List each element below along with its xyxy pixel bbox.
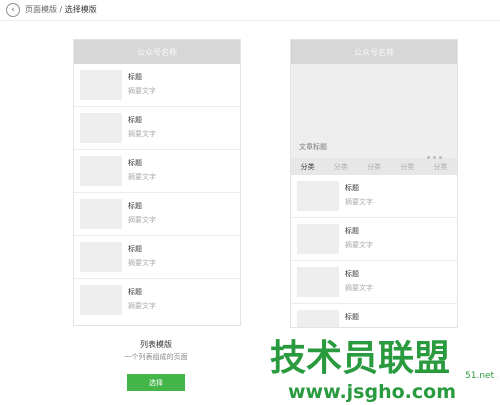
- item-title: 标题: [128, 288, 142, 296]
- list-item: 标题 摘要文字: [291, 175, 457, 218]
- item-summary: 摘要文字: [128, 302, 156, 310]
- watermark-url: www.jsgho.com: [288, 381, 456, 403]
- tab-category[interactable]: 分类: [291, 162, 324, 172]
- item-summary: 摘要文字: [345, 198, 373, 206]
- site-watermark: 技术员联盟 51.net 之家 www.jsgho.com: [270, 337, 498, 403]
- breadcrumb-parent[interactable]: 页面模版: [25, 5, 57, 14]
- list-item: 标题 摘要文字: [74, 279, 240, 321]
- item-title: 标题: [128, 202, 142, 210]
- watermark-brand: 技术员联盟: [270, 338, 450, 379]
- thumbnail-placeholder: [297, 267, 339, 297]
- article-title: 文章标题: [299, 143, 327, 151]
- thumbnail-placeholder: [297, 310, 339, 327]
- item-summary: 摘要文字: [345, 284, 373, 292]
- template-description: 一个列表组成的页面: [124, 353, 188, 361]
- top-bar: ‹ 页面模版 / 选择模版: [0, 0, 500, 20]
- item-title: 标题: [128, 116, 142, 124]
- tab-category[interactable]: 分类: [424, 162, 457, 172]
- item-summary: 摘要文字: [128, 173, 156, 181]
- item-title: 标题: [345, 184, 359, 192]
- template-name: 列表模版: [140, 340, 172, 349]
- thumbnail-placeholder: [80, 156, 122, 186]
- account-name-header: 公众号名称: [74, 40, 240, 64]
- list-item: 标题 摘要文字: [74, 107, 240, 150]
- list-item: 标题 摘要文字: [291, 218, 457, 261]
- item-title: 标题: [128, 159, 142, 167]
- list-item: 标题 摘要文字: [74, 236, 240, 279]
- breadcrumb: 页面模版 / 选择模版: [25, 4, 97, 15]
- list-template-preview[interactable]: 公众号名称 标题 摘要文字 标题 摘要文字 标题 摘要文字 标题 摘要文字 标题…: [73, 39, 241, 326]
- watermark-side: 51.net 之家: [465, 369, 498, 381]
- breadcrumb-separator: /: [57, 5, 65, 14]
- item-title: 标题: [345, 227, 359, 235]
- item-summary: 摘要文字: [128, 259, 156, 267]
- thumbnail-placeholder: [297, 181, 339, 211]
- list-item: 标题 摘要文字: [74, 64, 240, 107]
- account-name-header: 公众号名称: [291, 40, 457, 64]
- item-title: 标题: [128, 73, 142, 81]
- item-summary: 摘要文字: [128, 130, 156, 138]
- item-title: 标题: [128, 245, 142, 253]
- tab-template-preview[interactable]: 公众号名称 文章标题 分类 分类 分类 分类 分类 标题 摘要文字 标题 摘要文…: [290, 39, 458, 328]
- select-button[interactable]: 选择: [127, 374, 185, 391]
- thumbnail-placeholder: [297, 224, 339, 254]
- chevron-left-icon[interactable]: ‹: [6, 3, 20, 17]
- header-divider: [0, 20, 500, 21]
- tab-category[interactable]: 分类: [324, 162, 357, 172]
- tab-category[interactable]: 分类: [391, 162, 424, 172]
- item-title: 标题: [345, 313, 359, 321]
- article-cover: 文章标题: [291, 64, 457, 159]
- list-item: 标题 摘要文字: [74, 150, 240, 193]
- carousel-dots-icon: [427, 144, 449, 159]
- thumbnail-placeholder: [80, 199, 122, 229]
- thumbnail-placeholder: [80, 285, 122, 315]
- item-title: 标题: [345, 270, 359, 278]
- thumbnail-placeholder: [80, 242, 122, 272]
- list-item: 标题 摘要文字: [74, 193, 240, 236]
- breadcrumb-current: 选择模版: [64, 5, 97, 14]
- list-item: 标题 摘要文字: [291, 261, 457, 304]
- item-summary: 摘要文字: [345, 241, 373, 249]
- item-summary: 摘要文字: [128, 87, 156, 95]
- category-tabs: 分类 分类 分类 分类 分类: [291, 158, 457, 175]
- thumbnail-placeholder: [80, 113, 122, 143]
- list-item: 标题: [291, 304, 457, 327]
- tab-category[interactable]: 分类: [357, 162, 390, 172]
- item-summary: 摘要文字: [128, 216, 156, 224]
- thumbnail-placeholder: [80, 70, 122, 100]
